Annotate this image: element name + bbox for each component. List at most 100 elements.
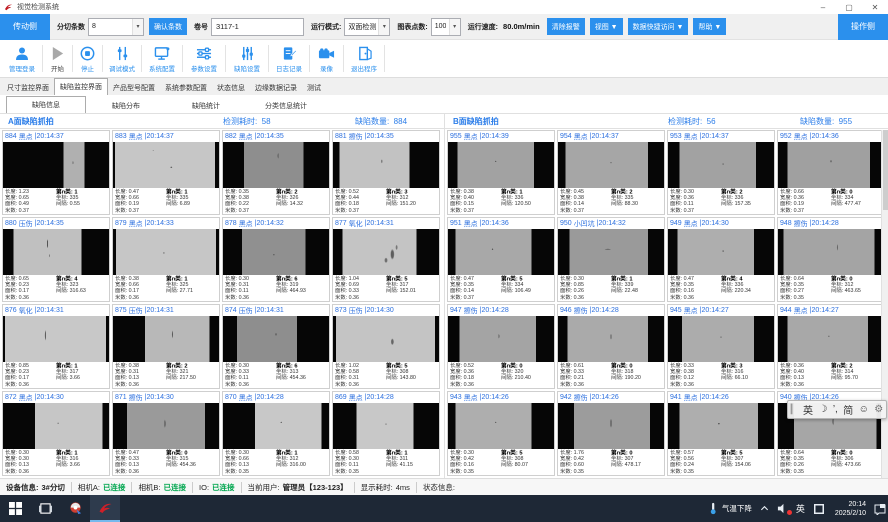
defect-card[interactable]: 945黑点|20:14:27长度: 0.33宽度: 0.38面积: 0.12米数… (667, 304, 775, 389)
sub-tab-0[interactable]: 缺陷信息 (6, 96, 86, 113)
defect-image[interactable] (668, 229, 774, 275)
taskbar-active-app-icon[interactable] (90, 495, 120, 522)
taskbar-app-icon[interactable] (60, 495, 90, 522)
defect-image[interactable] (558, 229, 664, 275)
view-menu-button[interactable]: 视图 ▼ (590, 18, 623, 35)
defect-image[interactable] (3, 142, 109, 188)
ime-simplified[interactable]: 简 (843, 402, 853, 417)
defect-image[interactable] (448, 316, 554, 362)
defect-card[interactable]: 943黑点|20:14:26长度: 0.30宽度: 0.42面积: 0.16米数… (447, 391, 555, 476)
defect-card[interactable]: 870黑点|20:14:28长度: 0.30宽度: 0.66面积: 0.13米数… (222, 391, 330, 476)
chart-points-select[interactable]: 100▾ (431, 18, 461, 36)
ime-icon[interactable] (809, 495, 829, 522)
sub-tab-1[interactable]: 缺陷分布 (86, 98, 166, 113)
defect-image[interactable] (668, 403, 774, 449)
minimize-button[interactable]: – (810, 0, 836, 14)
defect-image[interactable] (778, 229, 884, 275)
defect-image[interactable] (113, 403, 219, 449)
close-button[interactable]: ✕ (862, 0, 888, 14)
ime-toolbar[interactable]: ▎ 英 ☽ ’, 简 ☺ ⚙ (787, 400, 887, 419)
defect-card[interactable]: 944黑点|20:14:27长度: 0.36宽度: 0.40面积: 0.13米数… (777, 304, 885, 389)
ime-settings-icon[interactable]: ⚙ (874, 404, 883, 415)
maximize-button[interactable]: ▢ (836, 0, 862, 14)
defect-card[interactable]: 876氧化|20:14:31长度: 0.85宽度: 0.23面积: 0.17米数… (2, 304, 110, 389)
main-tab-0[interactable]: 尺寸监控界面 (2, 80, 54, 95)
ime-moon-icon[interactable]: ☽ (818, 404, 827, 415)
defect-image[interactable] (113, 316, 219, 362)
action-stop-button[interactable]: 停止 (73, 40, 102, 77)
action-debug-sliders-button[interactable]: 调试模式 (103, 40, 141, 77)
defect-card[interactable]: 871擦伤|20:14:30长度: 0.47宽度: 0.33面积: 0.13米数… (112, 391, 220, 476)
defect-card[interactable]: 880压伤|20:14:35长度: 0.65宽度: 0.23面积: 0.17米数… (2, 217, 110, 302)
defect-image[interactable] (3, 229, 109, 275)
main-tab-6[interactable]: 测试 (302, 80, 326, 95)
run-mode-select[interactable]: 双面检测▾ (344, 18, 390, 36)
notification-center-icon[interactable] (872, 495, 888, 522)
defect-image[interactable] (113, 229, 219, 275)
help-menu-button[interactable]: 帮助 ▼ (693, 18, 726, 35)
defect-card[interactable]: 942擦伤|20:14:26长度: 1.76宽度: 0.42面积: 0.60米数… (557, 391, 665, 476)
taskbar-clock[interactable]: 20:14 2025/2/10 (829, 500, 872, 518)
task-view-button[interactable] (30, 495, 60, 522)
defect-image[interactable] (448, 403, 554, 449)
action-user-button[interactable]: 管理登录 (2, 40, 42, 77)
defect-card[interactable]: 882黑点|20:14:35长度: 0.35宽度: 0.38面积: 0.22米数… (222, 130, 330, 215)
defect-card[interactable]: 878黑点|20:14:32长度: 0.30宽度: 0.31面积: 0.11米数… (222, 217, 330, 302)
vertical-scrollbar[interactable] (881, 130, 888, 478)
defect-image[interactable] (223, 142, 329, 188)
action-monitor-button[interactable]: 系统配置 (142, 40, 182, 77)
defect-card[interactable]: 953黑点|20:14:37长度: 0.30宽度: 0.36面积: 0.11米数… (667, 130, 775, 215)
main-tab-4[interactable]: 状态信息 (212, 80, 250, 95)
defect-card[interactable]: 950小凹坑|20:14:32长度: 0.30宽度: 0.85面积: 0.26米… (557, 217, 665, 302)
defect-image[interactable] (333, 142, 439, 188)
weather-icon[interactable] (705, 495, 721, 522)
sub-tab-2[interactable]: 缺陷统计 (166, 98, 246, 113)
defect-image[interactable] (668, 316, 774, 362)
defect-card[interactable]: 879黑点|20:14:33长度: 0.38宽度: 0.66面积: 0.17米数… (112, 217, 220, 302)
defect-card[interactable]: 872黑点|20:14:30长度: 0.30宽度: 0.30面积: 0.13米数… (2, 391, 110, 476)
slit-count-select[interactable]: 8▾ (88, 18, 144, 36)
ime-lang[interactable]: 英 (803, 402, 813, 417)
defect-card[interactable]: 948擦伤|20:14:28长度: 0.64宽度: 0.35面积: 0.27米数… (777, 217, 885, 302)
defect-image[interactable] (448, 229, 554, 275)
main-tab-1[interactable]: 缺陷监控界面 (54, 78, 108, 95)
main-tab-5[interactable]: 边缘数据记录 (250, 80, 302, 95)
action-play-button[interactable]: 开始 (43, 40, 72, 77)
defect-image[interactable] (558, 142, 664, 188)
defect-card[interactable]: 949黑点|20:14:30长度: 0.47宽度: 0.35面积: 0.16米数… (667, 217, 775, 302)
defect-image[interactable] (333, 229, 439, 275)
data-quick-access-button[interactable]: 数据快捷访问 ▼ (628, 18, 689, 35)
confirm-count-button[interactable]: 确认条数 (149, 18, 187, 35)
defect-image[interactable] (113, 142, 219, 188)
action-tune-vertical-button[interactable]: 缺陷设置 (226, 40, 268, 77)
ime-emoji-icon[interactable]: ☺ (859, 404, 869, 415)
defect-card[interactable]: 941黑点|20:14:26长度: 0.57宽度: 0.56面积: 0.24米数… (667, 391, 775, 476)
sub-tab-3[interactable]: 分类信息统计 (246, 98, 326, 113)
defect-card[interactable]: 947擦伤|20:14:28长度: 0.52宽度: 0.36面积: 0.18米数… (447, 304, 555, 389)
defect-card[interactable]: 955黑点|20:14:39长度: 0.38宽度: 0.40面积: 0.15米数… (447, 130, 555, 215)
defect-image[interactable] (333, 316, 439, 362)
main-tab-3[interactable]: 系统参数配置 (160, 80, 212, 95)
operator-side-button[interactable]: 操作侧 (838, 14, 888, 40)
defect-image[interactable] (558, 403, 664, 449)
defect-card[interactable]: 946擦伤|20:14:28长度: 0.61宽度: 0.33面积: 0.21米数… (557, 304, 665, 389)
defect-card[interactable]: 869黑点|20:14:28长度: 0.58宽度: 0.30面积: 0.11米数… (332, 391, 440, 476)
roll-no-input[interactable] (211, 18, 304, 36)
defect-card[interactable]: 951黑点|20:14:36长度: 0.47宽度: 0.35面积: 0.14米数… (447, 217, 555, 302)
defect-image[interactable] (333, 403, 439, 449)
defect-card[interactable]: 881擦伤|20:14:35长度: 0.52宽度: 0.44面积: 0.18米数… (332, 130, 440, 215)
defect-image[interactable] (778, 142, 884, 188)
action-log-document-button[interactable]: 日志记录 (269, 40, 309, 77)
defect-card[interactable]: 877氧化|20:14:31长度: 1.04宽度: 0.69面积: 0.33米数… (332, 217, 440, 302)
defect-image[interactable] (3, 316, 109, 362)
defect-image[interactable] (448, 142, 554, 188)
clear-alarm-button[interactable]: 清除报警 (547, 18, 585, 35)
defect-card[interactable]: 874压伤|20:14:31长度: 0.30宽度: 0.33面积: 0.11米数… (222, 304, 330, 389)
defect-image[interactable] (223, 403, 329, 449)
defect-card[interactable]: 875压伤|20:14:31长度: 0.38宽度: 0.31面积: 0.13米数… (112, 304, 220, 389)
action-tune-horizontal-button[interactable]: 参数设置 (183, 40, 225, 77)
defect-image[interactable] (223, 229, 329, 275)
scrollbar-thumb[interactable] (883, 130, 888, 210)
action-camera-button[interactable]: 录像 (310, 40, 343, 77)
defect-card[interactable]: 884黑点|20:14:37长度: 1.23宽度: 0.65面积: 0.49米数… (2, 130, 110, 215)
